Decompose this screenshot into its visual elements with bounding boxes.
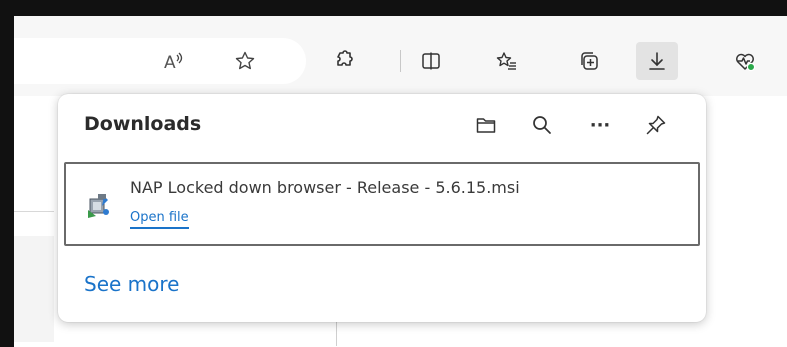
browser-essentials-heart-icon[interactable]	[726, 42, 764, 80]
browser-window: A Downloads ··· NAP Locked down browser …	[14, 16, 787, 346]
browser-toolbar: A	[14, 16, 787, 96]
downloads-panel: Downloads ··· NAP Locked down browser - …	[58, 94, 706, 322]
window-frame-top	[0, 0, 787, 16]
toolbar-separator	[400, 50, 401, 72]
collections-icon[interactable]	[570, 42, 608, 80]
window-frame-left	[0, 0, 14, 347]
favorite-star-icon[interactable]	[226, 42, 264, 80]
more-options-icon[interactable]: ···	[582, 108, 618, 142]
favorites-list-icon[interactable]	[488, 42, 526, 80]
download-file-name: NAP Locked down browser - Release - 5.6.…	[130, 178, 520, 197]
installer-package-icon	[84, 190, 114, 220]
downloads-icon[interactable]	[636, 42, 678, 80]
split-screen-icon[interactable]	[412, 42, 450, 80]
extensions-puzzle-icon[interactable]	[324, 42, 362, 80]
background-divider	[14, 211, 54, 212]
pin-icon[interactable]	[638, 108, 674, 142]
read-aloud-icon[interactable]: A	[154, 42, 192, 80]
svg-text:A: A	[164, 53, 176, 72]
download-item[interactable]: NAP Locked down browser - Release - 5.6.…	[64, 162, 700, 246]
folder-icon[interactable]	[468, 108, 504, 142]
search-icon[interactable]	[524, 108, 560, 142]
open-file-link[interactable]: Open file	[130, 210, 189, 229]
downloads-panel-title: Downloads	[84, 113, 202, 135]
background-page-region	[14, 236, 54, 342]
see-more-link[interactable]: See more	[84, 272, 179, 296]
